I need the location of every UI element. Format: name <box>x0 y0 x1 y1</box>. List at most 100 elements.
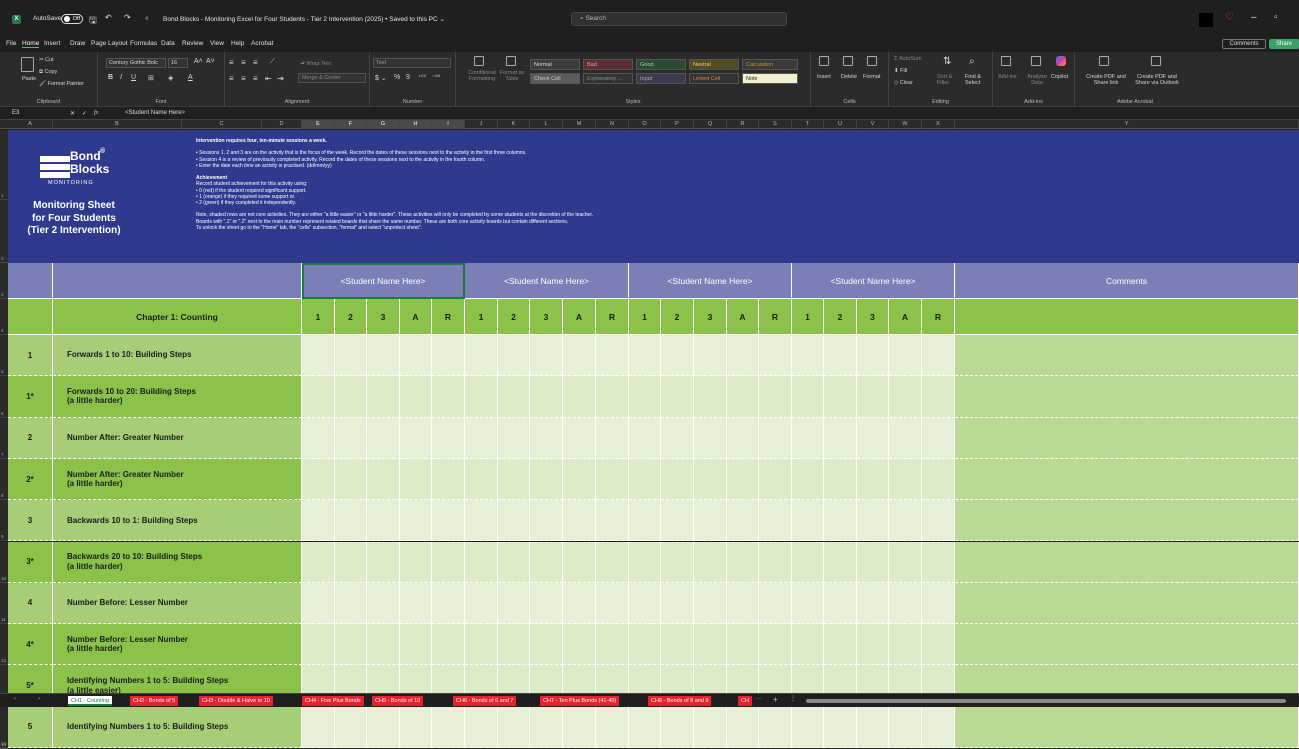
session-date-cell[interactable] <box>432 706 465 748</box>
session-date-cell[interactable] <box>661 417 694 459</box>
tab-page-layout[interactable]: Page Layout <box>91 40 128 47</box>
prev-sheet-icon[interactable]: ‹ <box>14 696 16 702</box>
session-date-cell[interactable] <box>596 582 629 625</box>
row-header[interactable]: 1 <box>0 130 8 200</box>
autosave-toggle[interactable]: Off <box>61 14 83 24</box>
style-neutral[interactable]: Neutral <box>689 59 739 70</box>
session-date-cell[interactable] <box>922 706 955 748</box>
student-name-header[interactable]: <Student Name Here> <box>629 263 792 299</box>
session-date-cell[interactable] <box>563 541 596 583</box>
session-date-cell[interactable] <box>400 582 432 625</box>
session-date-cell[interactable] <box>629 376 661 418</box>
session-date-cell[interactable] <box>400 541 432 583</box>
session-date-cell[interactable] <box>694 335 727 377</box>
session-date-cell[interactable] <box>661 624 694 666</box>
session-date-cell[interactable] <box>465 624 498 666</box>
analyze-data-icon[interactable] <box>1031 56 1041 66</box>
increase-indent-icon[interactable]: ⇥ <box>277 74 284 83</box>
session-date-cell[interactable] <box>596 706 629 748</box>
session-date-cell[interactable] <box>857 500 889 542</box>
comment-cell[interactable] <box>955 582 1299 625</box>
session-date-cell[interactable] <box>563 335 596 377</box>
session-date-cell[interactable] <box>922 500 955 542</box>
session-date-cell[interactable] <box>629 335 661 377</box>
session-date-cell[interactable] <box>530 706 563 748</box>
tab-review[interactable]: Review <box>182 40 203 47</box>
session-date-cell[interactable] <box>302 582 335 625</box>
session-column-label[interactable]: 1 <box>465 299 498 335</box>
merge-center-button[interactable]: Merge & Center <box>298 73 366 83</box>
session-date-cell[interactable] <box>824 706 857 748</box>
cancel-icon[interactable]: ✕ <box>70 110 75 117</box>
session-date-cell[interactable] <box>922 376 955 418</box>
session-date-cell[interactable] <box>922 541 955 583</box>
session-date-cell[interactable] <box>824 417 857 459</box>
activity-number[interactable]: 5 <box>8 706 53 748</box>
session-date-cell[interactable] <box>400 335 432 377</box>
session-date-cell[interactable] <box>530 417 563 459</box>
session-date-cell[interactable] <box>922 458 955 501</box>
decrease-indent-icon[interactable]: ⇤ <box>265 74 272 83</box>
enter-icon[interactable]: ✓ <box>82 110 87 117</box>
tab-data[interactable]: Data <box>161 40 175 47</box>
style-linked-cell[interactable]: Linked Cell <box>689 73 739 84</box>
session-date-cell[interactable] <box>792 500 824 542</box>
session-date-cell[interactable] <box>498 458 530 501</box>
share-button[interactable]: Share <box>1269 39 1299 49</box>
comment-cell[interactable] <box>955 376 1299 418</box>
chapter-comment-cell[interactable] <box>955 299 1299 335</box>
cut-button[interactable]: ✂ Cut <box>39 57 54 63</box>
middle-align-icon[interactable]: ≡ <box>241 58 246 67</box>
paste-icon[interactable] <box>21 57 34 72</box>
align-right-icon[interactable]: ≡ <box>253 74 258 83</box>
session-date-cell[interactable] <box>922 582 955 625</box>
session-date-cell[interactable] <box>498 541 530 583</box>
comments-button[interactable]: Comments <box>1222 39 1266 49</box>
session-date-cell[interactable] <box>694 458 727 501</box>
session-date-cell[interactable] <box>465 500 498 542</box>
session-date-cell[interactable] <box>530 624 563 666</box>
session-date-cell[interactable] <box>465 376 498 418</box>
session-date-cell[interactable] <box>530 541 563 583</box>
session-date-cell[interactable] <box>694 624 727 666</box>
format-table-icon[interactable] <box>506 56 516 66</box>
insert-cells-icon[interactable] <box>819 56 829 66</box>
session-date-cell[interactable] <box>889 541 922 583</box>
insert-button[interactable]: Insert <box>817 74 831 80</box>
session-date-cell[interactable] <box>400 376 432 418</box>
style-normal[interactable]: Normal <box>530 59 580 70</box>
find-select-button[interactable]: Find & Select <box>965 74 991 86</box>
delete-cells-icon[interactable] <box>843 56 853 66</box>
add-sheet-icon[interactable]: + <box>773 695 778 704</box>
column-header-m[interactable]: M <box>563 120 596 129</box>
session-date-cell[interactable] <box>335 582 367 625</box>
activity-number[interactable]: 1 <box>8 335 53 377</box>
session-date-cell[interactable] <box>498 335 530 377</box>
student-name-header[interactable]: <Student Name Here> <box>792 263 955 299</box>
session-date-cell[interactable] <box>727 417 759 459</box>
session-date-cell[interactable] <box>563 417 596 459</box>
activity-number[interactable]: 2 <box>8 417 53 459</box>
create-pdf-share-button[interactable]: Create PDF and Share link <box>1085 74 1127 86</box>
session-date-cell[interactable] <box>367 500 400 542</box>
session-date-cell[interactable] <box>759 376 792 418</box>
session-date-cell[interactable] <box>302 335 335 377</box>
session-date-cell[interactable] <box>727 500 759 542</box>
column-header-i[interactable]: I <box>432 120 465 129</box>
session-date-cell[interactable] <box>400 624 432 666</box>
session-date-cell[interactable] <box>400 417 432 459</box>
activity-number[interactable]: 3* <box>8 541 53 583</box>
activity-number[interactable]: 4 <box>8 582 53 625</box>
session-date-cell[interactable] <box>759 706 792 748</box>
session-date-cell[interactable] <box>596 376 629 418</box>
tab-insert[interactable]: Insert <box>44 40 60 47</box>
fill-button[interactable]: ⬇ Fill <box>894 68 907 74</box>
sort-filter-icon[interactable]: ⇅ <box>943 56 951 67</box>
clear-button[interactable]: ◇ Clear <box>894 80 913 86</box>
session-column-label[interactable]: A <box>727 299 759 335</box>
excel-logo-icon[interactable]: X <box>12 15 21 24</box>
session-date-cell[interactable] <box>922 624 955 666</box>
style-calculation[interactable]: Calculation <box>742 59 798 70</box>
sheet-tab[interactable]: CH1 - Counting <box>68 696 112 706</box>
session-date-cell[interactable] <box>432 624 465 666</box>
